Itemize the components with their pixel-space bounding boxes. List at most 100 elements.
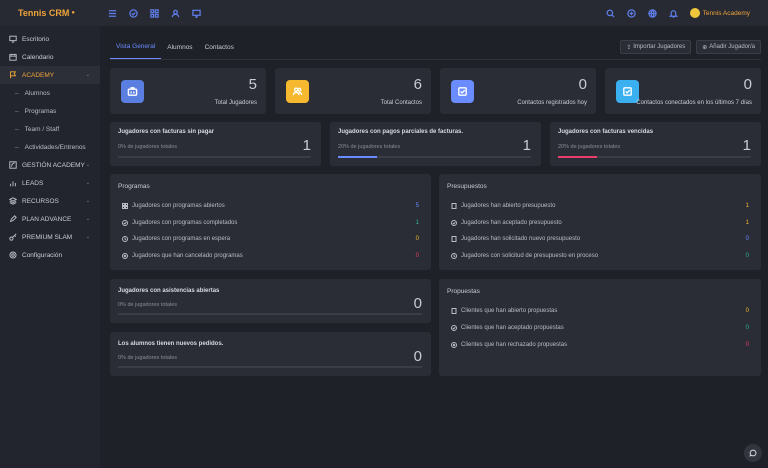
invoice-card-sin-pagar[interactable]: Jugadores con facturas sin pagar 0% de j…	[110, 122, 321, 166]
chat-button[interactable]	[744, 444, 762, 462]
bar-chart-icon	[9, 179, 17, 187]
edit-icon	[9, 215, 17, 223]
globe-icon[interactable]	[647, 8, 657, 18]
bell-icon[interactable]	[668, 9, 678, 18]
sidebar-item-gestion-academy[interactable]: GESTIÓN ACADEMY ⌄	[0, 156, 100, 174]
key-icon	[9, 233, 17, 241]
sidebar-item-escritorio[interactable]: Escritorio	[0, 30, 100, 48]
progress-bar	[558, 156, 751, 158]
briefcase-icon	[121, 80, 144, 103]
x-circle-icon	[451, 342, 457, 348]
stat-value: 0	[743, 76, 752, 93]
sidebar-item-label: Calendario	[22, 53, 54, 61]
stat-card-total-jugadores[interactable]: 5 Total Jugadores	[110, 68, 266, 114]
invoice-card-pagos-parciales[interactable]: Jugadores con pagos parciales de factura…	[330, 122, 541, 166]
card-value: 0	[413, 348, 422, 365]
tab-vista-general[interactable]: Vista General	[110, 43, 162, 59]
stat-label: Contactos conectados en los últimos 7 dí…	[636, 100, 752, 106]
plus-circle-icon[interactable]	[626, 8, 636, 18]
row-value: 0	[745, 253, 749, 259]
sidebar-item-label: PREMIUM SLAM	[22, 233, 73, 241]
tab-alumnos[interactable]: Alumnos	[161, 44, 198, 59]
sidebar-item-configuracion[interactable]: Configuración	[0, 246, 100, 264]
add-player-button[interactable]: ⊕ Añadir Jugador/a	[696, 40, 761, 54]
plus-circle-icon: ⊕	[702, 44, 708, 51]
stat-card-total-contactos[interactable]: 6 Total Contactos	[275, 68, 431, 114]
sidebar-item-recursos[interactable]: RECURSOS ⌄	[0, 192, 100, 210]
card-title: Los alumnos tienen nuevos pedidos.	[118, 341, 224, 347]
sidebar-item-label: Configuración	[22, 251, 63, 259]
invoice-value: 1	[742, 137, 751, 154]
grid-icon[interactable]	[150, 8, 159, 18]
progress-fill	[558, 156, 597, 158]
sidebar-item-plan-advance[interactable]: PLAN ADVANCE ⌄	[0, 210, 100, 228]
pedidos-card[interactable]: Los alumnos tienen nuevos pedidos. 0% de…	[110, 332, 431, 376]
tab-contactos[interactable]: Contactos	[199, 44, 240, 59]
list-item[interactable]: Jugadores con programas abiertos 5	[122, 201, 419, 211]
search-icon[interactable]	[606, 9, 615, 18]
user-menu[interactable]: Tennis Academy	[689, 8, 750, 18]
panel-title: Presupuestos	[447, 183, 487, 190]
stat-card-contactos-7-dias[interactable]: 0 Contactos conectados en los últimos 7 …	[605, 68, 761, 114]
sidebar-item-premium-slam[interactable]: PREMIUM SLAM ⌄	[0, 228, 100, 246]
row-value: 1	[745, 220, 749, 226]
invoice-title: Jugadores con facturas sin pagar	[118, 129, 215, 135]
menu-icon[interactable]	[108, 9, 117, 18]
panel-title: Propuestas	[447, 288, 480, 295]
stats-row: 5 Total Jugadores 6 Total Contactos 0 Co…	[110, 68, 761, 114]
presupuestos-panel: Presupuestos Jugadores han abierto presu…	[439, 174, 761, 270]
monitor-icon[interactable]	[192, 9, 201, 18]
stat-card-contactos-hoy[interactable]: 0 Contactos registrados hoy	[440, 68, 596, 114]
programas-panel: Programas Jugadores con programas abiert…	[110, 174, 431, 270]
doc-icon	[451, 308, 457, 314]
top-bar: Tennis CRM ● Tennis Academy	[0, 0, 768, 26]
chevron-down-icon: ⌄	[85, 234, 90, 240]
row-label: Clientes que han rechazado propuestas	[461, 342, 568, 348]
progress-bar	[118, 366, 422, 368]
sidebar-item-calendario[interactable]: Calendario	[0, 48, 100, 66]
clock-icon	[122, 236, 128, 242]
add-player-label: Añadir Jugador/a	[709, 44, 755, 50]
sidebar-subitem-team-staff[interactable]: – Team / Staff	[0, 120, 100, 138]
sidebar-item-label: RECURSOS	[22, 197, 59, 205]
row-label: Jugadores han aceptado presupuesto	[461, 220, 562, 226]
progress-bar	[118, 313, 422, 315]
list-item[interactable]: Clientes que han aceptado propuestas 0	[451, 323, 749, 333]
app-logo[interactable]: Tennis CRM ●	[0, 8, 100, 18]
invoice-subtitle: 0% de jugadores totales	[118, 144, 178, 150]
row-value: 5	[415, 203, 419, 209]
import-players-button[interactable]: ⇪ Importar Jugadores	[620, 40, 692, 54]
propuestas-panel: Propuestas Clientes que han abierto prop…	[439, 279, 761, 376]
check-circle-icon[interactable]	[129, 8, 138, 18]
list-item[interactable]: Jugadores con programas completados 1	[122, 218, 419, 228]
invoice-subtitle: 20% de jugadores totales	[338, 144, 401, 150]
row-label: Clientes que han aceptado propuestas	[461, 325, 564, 331]
list-item[interactable]: Jugadores han aceptado presupuesto 1	[451, 218, 749, 228]
list-item[interactable]: Jugadores que han cancelado programas 0	[122, 251, 419, 261]
list-item[interactable]: Jugadores han abierto presupuesto 1	[451, 201, 749, 211]
sidebar-item-leads[interactable]: LEADS ⌄	[0, 174, 100, 192]
main-content: Vista General Alumnos Contactos ⇪ Import…	[110, 36, 761, 166]
sidebar-item-label: GESTIÓN ACADEMY	[22, 161, 85, 169]
list-item[interactable]: Jugadores han solicitado nuevo presupues…	[451, 234, 749, 244]
asistencias-card[interactable]: Jugadores con asistencias abiertas 0% de…	[110, 279, 431, 323]
list-item[interactable]: Clientes que han abierto propuestas 0	[451, 306, 749, 316]
check-circle-icon	[122, 220, 128, 226]
invoice-card-vencidas[interactable]: Jugadores con facturas vencidas 20% de j…	[550, 122, 761, 166]
row-value: 1	[415, 220, 419, 226]
sidebar-item-label: Actividades/Entrenos	[24, 143, 86, 151]
sidebar-subitem-alumnos[interactable]: – Alumnos	[0, 84, 100, 102]
chevron-down-icon: ⌄	[85, 216, 90, 222]
sidebar-item-label: Escritorio	[22, 35, 50, 43]
sidebar-item-academy[interactable]: ACADEMY ⌄	[0, 66, 100, 84]
chevron-down-icon: ⌄	[85, 198, 90, 204]
users-icon[interactable]	[171, 9, 180, 18]
stat-value: 6	[413, 76, 422, 93]
list-item[interactable]: Clientes que han rechazado propuestas 0	[451, 340, 749, 350]
sidebar-subitem-programas[interactable]: – Programas	[0, 102, 100, 120]
list-item[interactable]: Jugadores con solicitud de presupuesto e…	[451, 251, 749, 261]
sidebar-subitem-actividades[interactable]: – Actividades/Entrenos	[0, 138, 100, 156]
list-item[interactable]: Jugadores con programas en espera 0	[122, 234, 419, 244]
stat-value: 0	[578, 76, 587, 93]
layers-icon	[9, 197, 17, 205]
